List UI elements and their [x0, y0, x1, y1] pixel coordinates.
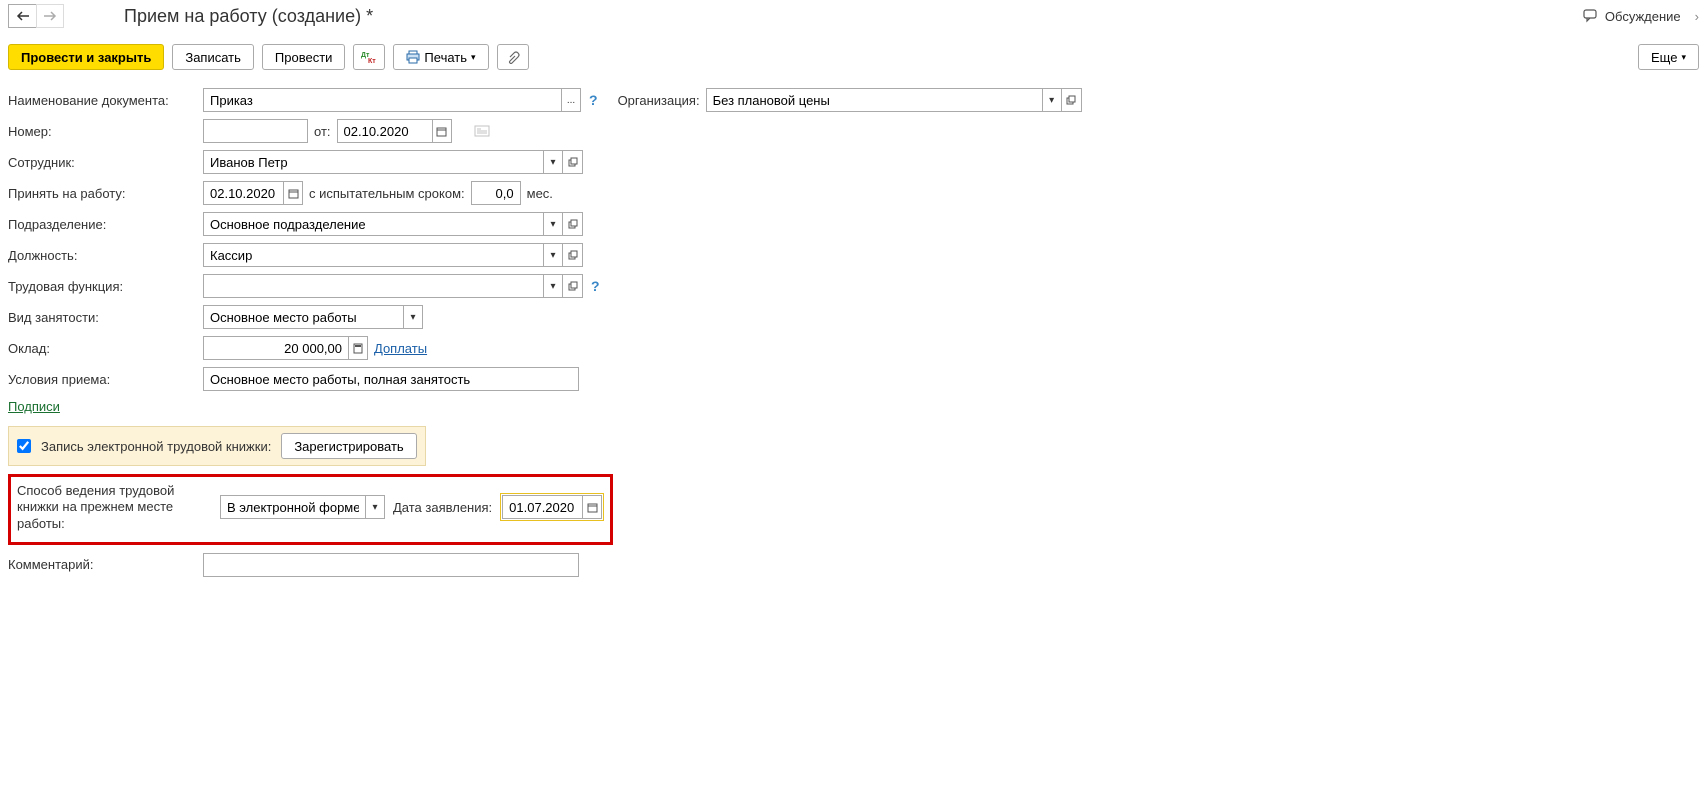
- book-method-label: Способ ведения трудовой книжки на прежне…: [17, 483, 212, 532]
- chevron-down-icon: ▾: [1681, 52, 1686, 63]
- comment-label: Комментарий:: [8, 557, 203, 572]
- labor-func-open-btn[interactable]: [563, 274, 583, 298]
- number-label: Номер:: [8, 124, 203, 139]
- hire-date-picker-btn[interactable]: [283, 181, 303, 205]
- discuss-icon: [1583, 9, 1599, 23]
- discuss-button[interactable]: Обсуждение: [1577, 7, 1687, 26]
- position-label: Должность:: [8, 248, 203, 263]
- app-date-input[interactable]: [502, 495, 582, 519]
- chevron-down-icon: ▾: [471, 52, 476, 63]
- hire-date-input[interactable]: [203, 181, 283, 205]
- calendar-icon: [436, 126, 447, 137]
- record-button[interactable]: Записать: [172, 44, 254, 70]
- employee-input[interactable]: [203, 150, 543, 174]
- discuss-label: Обсуждение: [1605, 9, 1681, 24]
- etk-checkbox[interactable]: [17, 439, 31, 453]
- form-grid: Наименование документа: ... ? Организаци…: [8, 88, 1108, 391]
- book-method-dropdown-btn[interactable]: ▾: [365, 495, 385, 519]
- employment-type-dropdown-btn[interactable]: ▾: [403, 305, 423, 329]
- hire-date-label: Принять на работу:: [8, 186, 203, 201]
- attach-button[interactable]: [497, 44, 529, 70]
- org-label: Организация:: [618, 93, 700, 108]
- org-input[interactable]: [706, 88, 1042, 112]
- help-icon[interactable]: ?: [591, 278, 600, 294]
- page-title: Прием на работу (создание) *: [124, 6, 373, 27]
- toolbar: Провести и закрыть Записать Провести ДтК…: [8, 44, 1699, 70]
- post-button[interactable]: Провести: [262, 44, 346, 70]
- post-and-close-button[interactable]: Провести и закрыть: [8, 44, 164, 70]
- department-dropdown-btn[interactable]: ▾: [543, 212, 563, 236]
- app-date-picker-btn[interactable]: [582, 495, 602, 519]
- doc-name-label: Наименование документа:: [8, 93, 203, 108]
- forward-button[interactable]: [36, 4, 64, 28]
- svg-text:Кт: Кт: [368, 58, 376, 64]
- etk-block: Запись электронной трудовой книжки: Заре…: [8, 426, 426, 466]
- dtkt-icon: ДтКт: [361, 50, 377, 64]
- printer-icon: [406, 50, 420, 64]
- labor-func-input[interactable]: [203, 274, 543, 298]
- department-open-btn[interactable]: [563, 212, 583, 236]
- open-icon: [1066, 95, 1076, 105]
- org-dropdown-btn[interactable]: ▾: [1042, 88, 1062, 112]
- header-bar: Прием на работу (создание) * Обсуждение …: [8, 4, 1699, 28]
- highlighted-section: Способ ведения трудовой книжки на прежне…: [8, 474, 613, 545]
- open-icon: [568, 219, 578, 229]
- open-icon: [568, 281, 578, 291]
- employee-dropdown-btn[interactable]: ▾: [543, 150, 563, 174]
- print-label: Печать: [424, 50, 467, 65]
- salary-label: Оклад:: [8, 341, 203, 356]
- book-method-input[interactable]: [220, 495, 365, 519]
- employee-open-btn[interactable]: [563, 150, 583, 174]
- app-date-label: Дата заявления:: [393, 500, 492, 515]
- back-button[interactable]: [8, 4, 36, 28]
- dtkt-button[interactable]: ДтКт: [353, 44, 385, 70]
- labor-func-dropdown-btn[interactable]: ▾: [543, 274, 563, 298]
- chevron-right-icon[interactable]: ›: [1695, 9, 1699, 24]
- more-button[interactable]: Еще ▾: [1638, 44, 1699, 70]
- position-dropdown-btn[interactable]: ▾: [543, 243, 563, 267]
- doc-name-input[interactable]: [203, 88, 561, 112]
- nav-buttons: [8, 4, 64, 28]
- salary-input[interactable]: [203, 336, 348, 360]
- department-label: Подразделение:: [8, 217, 203, 232]
- position-input[interactable]: [203, 243, 543, 267]
- card-icon[interactable]: [474, 125, 490, 137]
- position-open-btn[interactable]: [563, 243, 583, 267]
- date-input[interactable]: [337, 119, 432, 143]
- employment-type-input[interactable]: [203, 305, 403, 329]
- department-input[interactable]: [203, 212, 543, 236]
- conditions-label: Условия приема:: [8, 372, 203, 387]
- employment-type-label: Вид занятости:: [8, 310, 203, 325]
- open-icon: [568, 250, 578, 260]
- calendar-icon: [288, 188, 299, 199]
- addons-link[interactable]: Доплаты: [374, 341, 427, 356]
- print-button[interactable]: Печать ▾: [393, 44, 488, 70]
- number-input[interactable]: [203, 119, 308, 143]
- calendar-icon: [587, 502, 598, 513]
- labor-func-label: Трудовая функция:: [8, 279, 203, 294]
- etk-label: Запись электронной трудовой книжки:: [41, 439, 271, 454]
- doc-name-select-btn[interactable]: ...: [561, 88, 581, 112]
- trial-input[interactable]: [471, 181, 521, 205]
- org-open-btn[interactable]: [1062, 88, 1082, 112]
- conditions-input[interactable]: [203, 367, 579, 391]
- months-label: мес.: [527, 186, 553, 201]
- open-icon: [568, 157, 578, 167]
- trial-label: с испытательным сроком:: [309, 186, 465, 201]
- date-picker-btn[interactable]: [432, 119, 452, 143]
- paperclip-icon: [506, 50, 520, 64]
- more-label: Еще: [1651, 50, 1677, 65]
- calculator-icon: [353, 343, 363, 354]
- comment-input[interactable]: [203, 553, 579, 577]
- employee-label: Сотрудник:: [8, 155, 203, 170]
- signatures-link[interactable]: Подписи: [8, 399, 60, 414]
- salary-calc-btn[interactable]: [348, 336, 368, 360]
- from-label: от:: [314, 124, 331, 139]
- register-button[interactable]: Зарегистрировать: [281, 433, 416, 459]
- help-icon[interactable]: ?: [589, 92, 598, 108]
